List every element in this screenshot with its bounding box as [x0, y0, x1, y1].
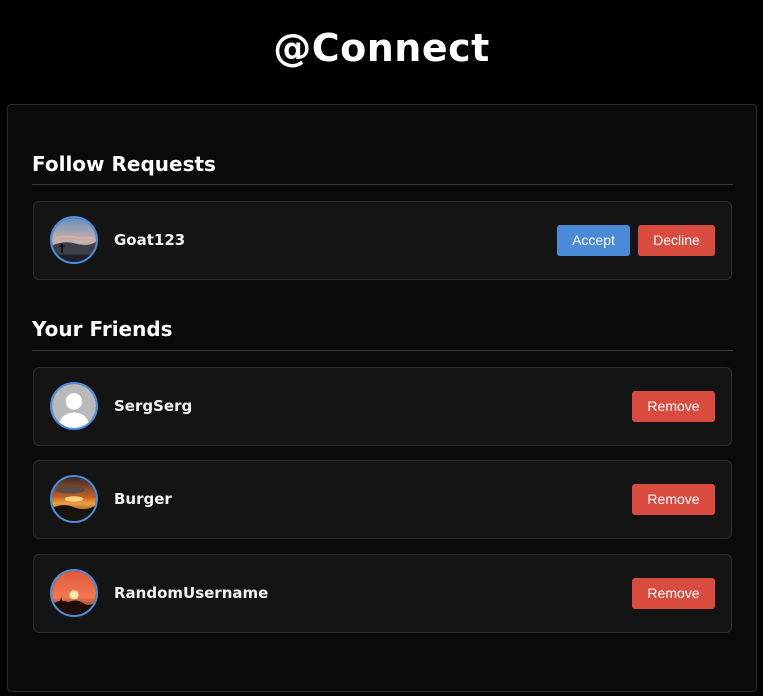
remove-button[interactable]: Remove [632, 484, 715, 515]
your-friends-heading: Your Friends [32, 317, 173, 341]
friend-card: RandomUsername Remove [33, 554, 732, 633]
remove-button[interactable]: Remove [632, 391, 715, 422]
username[interactable]: RandomUsername [114, 583, 268, 603]
sunset-photo-icon [52, 477, 96, 521]
avatar[interactable] [50, 475, 98, 523]
decline-button[interactable]: Decline [638, 225, 715, 256]
username[interactable]: Burger [114, 489, 172, 509]
friend-card: SergSerg Remove [33, 367, 732, 446]
avatar[interactable] [50, 569, 98, 617]
section-divider [32, 350, 733, 351]
avatar[interactable] [50, 216, 98, 264]
sunset-sun-photo-icon [52, 571, 96, 615]
friend-card: Burger Remove [33, 460, 732, 539]
connections-panel: Follow Requests Goat123 Accept Decline Y… [7, 104, 757, 692]
follow-request-card: Goat123 Accept Decline [33, 201, 732, 280]
section-divider [32, 184, 733, 185]
username[interactable]: SergSerg [114, 396, 192, 416]
remove-button[interactable]: Remove [632, 578, 715, 609]
landscape-photo-icon [52, 218, 96, 262]
username[interactable]: Goat123 [114, 230, 185, 250]
follow-requests-heading: Follow Requests [32, 152, 216, 176]
default-person-icon [52, 384, 96, 428]
app-title: @Connect [273, 26, 490, 70]
avatar[interactable] [50, 382, 98, 430]
accept-button[interactable]: Accept [557, 225, 630, 256]
